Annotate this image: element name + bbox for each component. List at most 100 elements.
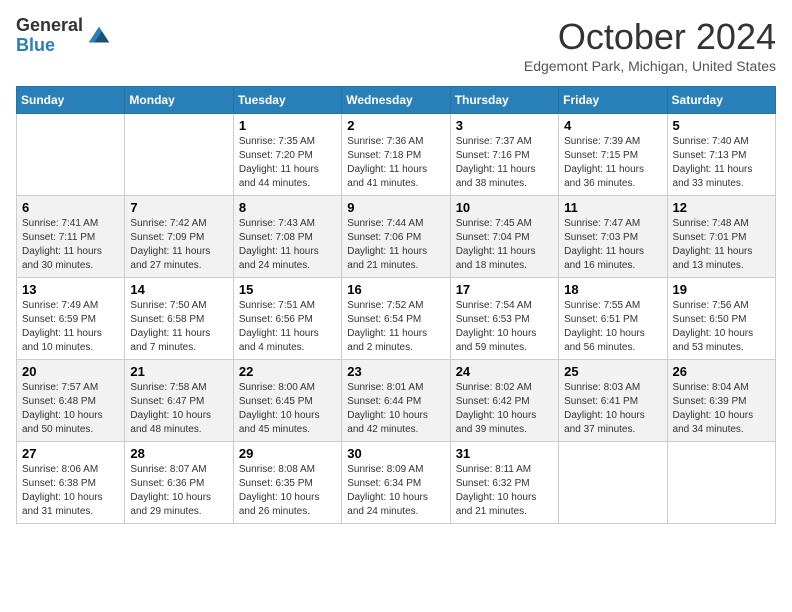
- day-info: Sunrise: 7:43 AMSunset: 7:08 PMDaylight:…: [239, 217, 336, 273]
- day-info: Sunrise: 7:51 AMSunset: 6:56 PMDaylight:…: [239, 299, 336, 355]
- calendar-cell: 8 Sunrise: 7:43 AMSunset: 7:08 PMDaylight…: [233, 196, 341, 278]
- calendar-cell: 1Sunrise: 7:35 AMSunset: 7:20 PMDaylight…: [233, 114, 341, 196]
- day-number: 12: [673, 200, 770, 215]
- day-info: Sunrise: 7:37 AMSunset: 7:16 PMDaylight:…: [456, 135, 553, 191]
- calendar-cell: 19 Sunrise: 7:56 AMSunset: 6:50 PMDayligh…: [667, 278, 775, 360]
- calendar-cell: 10 Sunrise: 7:45 AMSunset: 7:04 PMDayligh…: [450, 196, 558, 278]
- day-info: Sunrise: 8:09 AMSunset: 6:34 PMDaylight:…: [347, 463, 444, 519]
- day-number: 7: [130, 200, 227, 215]
- calendar-cell: 11 Sunrise: 7:47 AMSunset: 7:03 PMDayligh…: [559, 196, 667, 278]
- day-info: Sunrise: 7:40 AMSunset: 7:13 PMDaylight:…: [673, 135, 770, 191]
- day-number: 5: [673, 118, 770, 133]
- weekday-header-tuesday: Tuesday: [233, 87, 341, 114]
- day-number: 2: [347, 118, 444, 133]
- day-number: 3: [456, 118, 553, 133]
- day-info: Sunrise: 7:49 AMSunset: 6:59 PMDaylight:…: [22, 299, 119, 355]
- calendar-cell: [125, 114, 233, 196]
- day-number: 28: [130, 446, 227, 461]
- calendar-cell: 25 Sunrise: 8:03 AMSunset: 6:41 PMDayligh…: [559, 360, 667, 442]
- day-info: Sunrise: 7:47 AMSunset: 7:03 PMDaylight:…: [564, 217, 661, 273]
- day-info: Sunrise: 7:39 AMSunset: 7:15 PMDaylight:…: [564, 135, 661, 191]
- day-number: 30: [347, 446, 444, 461]
- calendar-cell: [17, 114, 125, 196]
- calendar-cell: 23Sunrise: 8:01 AMSunset: 6:44 PMDayligh…: [342, 360, 450, 442]
- day-info: Sunrise: 7:44 AMSunset: 7:06 PMDaylight:…: [347, 217, 444, 273]
- calendar-cell: 21 Sunrise: 7:58 AMSunset: 6:47 PMDayligh…: [125, 360, 233, 442]
- day-number: 21: [130, 364, 227, 379]
- day-info: Sunrise: 8:06 AMSunset: 6:38 PMDaylight:…: [22, 463, 119, 519]
- calendar-cell: [667, 442, 775, 524]
- day-number: 19: [673, 282, 770, 297]
- calendar-cell: 31Sunrise: 8:11 AMSunset: 6:32 PMDayligh…: [450, 442, 558, 524]
- day-number: 13: [22, 282, 119, 297]
- month-title: October 2024: [524, 16, 776, 58]
- calendar-cell: 5 Sunrise: 7:40 AMSunset: 7:13 PMDaylight…: [667, 114, 775, 196]
- logo-icon: [85, 22, 113, 50]
- calendar-cell: 9Sunrise: 7:44 AMSunset: 7:06 PMDaylight…: [342, 196, 450, 278]
- calendar-week-row: 6 Sunrise: 7:41 AMSunset: 7:11 PMDaylight…: [17, 196, 776, 278]
- weekday-header-sunday: Sunday: [17, 87, 125, 114]
- title-area: October 2024 Edgemont Park, Michigan, Un…: [524, 16, 776, 74]
- day-info: Sunrise: 7:36 AMSunset: 7:18 PMDaylight:…: [347, 135, 444, 191]
- day-number: 8: [239, 200, 336, 215]
- calendar-cell: 3 Sunrise: 7:37 AMSunset: 7:16 PMDaylight…: [450, 114, 558, 196]
- logo-text: General Blue: [16, 16, 83, 56]
- calendar-cell: 17 Sunrise: 7:54 AMSunset: 6:53 PMDayligh…: [450, 278, 558, 360]
- day-info: Sunrise: 8:00 AMSunset: 6:45 PMDaylight:…: [239, 381, 336, 437]
- weekday-header-saturday: Saturday: [667, 87, 775, 114]
- logo-line2: Blue: [16, 36, 83, 56]
- logo: General Blue: [16, 16, 113, 56]
- day-info: Sunrise: 7:54 AMSunset: 6:53 PMDaylight:…: [456, 299, 553, 355]
- day-number: 22: [239, 364, 336, 379]
- day-info: Sunrise: 8:01 AMSunset: 6:44 PMDaylight:…: [347, 381, 444, 437]
- weekday-header-monday: Monday: [125, 87, 233, 114]
- page-header: General Blue October 2024 Edgemont Park,…: [16, 16, 776, 74]
- day-number: 26: [673, 364, 770, 379]
- calendar-cell: 13 Sunrise: 7:49 AMSunset: 6:59 PMDayligh…: [17, 278, 125, 360]
- day-number: 17: [456, 282, 553, 297]
- calendar-cell: 29Sunrise: 8:08 AMSunset: 6:35 PMDayligh…: [233, 442, 341, 524]
- calendar-cell: 2 Sunrise: 7:36 AMSunset: 7:18 PMDaylight…: [342, 114, 450, 196]
- day-number: 10: [456, 200, 553, 215]
- day-info: Sunrise: 7:41 AMSunset: 7:11 PMDaylight:…: [22, 217, 119, 273]
- day-info: Sunrise: 7:52 AMSunset: 6:54 PMDaylight:…: [347, 299, 444, 355]
- calendar-week-row: 20 Sunrise: 7:57 AMSunset: 6:48 PMDayligh…: [17, 360, 776, 442]
- calendar-cell: 18 Sunrise: 7:55 AMSunset: 6:51 PMDayligh…: [559, 278, 667, 360]
- day-info: Sunrise: 7:35 AMSunset: 7:20 PMDaylight:…: [239, 135, 336, 191]
- calendar-cell: 14 Sunrise: 7:50 AMSunset: 6:58 PMDayligh…: [125, 278, 233, 360]
- calendar-week-row: 27 Sunrise: 8:06 AMSunset: 6:38 PMDayligh…: [17, 442, 776, 524]
- calendar-cell: 28 Sunrise: 8:07 AMSunset: 6:36 PMDayligh…: [125, 442, 233, 524]
- day-info: Sunrise: 7:58 AMSunset: 6:47 PMDaylight:…: [130, 381, 227, 437]
- day-info: Sunrise: 8:04 AMSunset: 6:39 PMDaylight:…: [673, 381, 770, 437]
- day-info: Sunrise: 7:45 AMSunset: 7:04 PMDaylight:…: [456, 217, 553, 273]
- calendar-cell: 12 Sunrise: 7:48 AMSunset: 7:01 PMDayligh…: [667, 196, 775, 278]
- calendar-cell: 16Sunrise: 7:52 AMSunset: 6:54 PMDayligh…: [342, 278, 450, 360]
- calendar-cell: 7Sunrise: 7:42 AMSunset: 7:09 PMDaylight…: [125, 196, 233, 278]
- weekday-header-wednesday: Wednesday: [342, 87, 450, 114]
- day-number: 18: [564, 282, 661, 297]
- day-info: Sunrise: 8:02 AMSunset: 6:42 PMDaylight:…: [456, 381, 553, 437]
- day-number: 31: [456, 446, 553, 461]
- day-info: Sunrise: 7:57 AMSunset: 6:48 PMDaylight:…: [22, 381, 119, 437]
- day-number: 11: [564, 200, 661, 215]
- calendar-cell: 27 Sunrise: 8:06 AMSunset: 6:38 PMDayligh…: [17, 442, 125, 524]
- calendar-cell: 4 Sunrise: 7:39 AMSunset: 7:15 PMDaylight…: [559, 114, 667, 196]
- calendar-cell: 26 Sunrise: 8:04 AMSunset: 6:39 PMDayligh…: [667, 360, 775, 442]
- calendar-cell: 30 Sunrise: 8:09 AMSunset: 6:34 PMDayligh…: [342, 442, 450, 524]
- day-info: Sunrise: 8:08 AMSunset: 6:35 PMDaylight:…: [239, 463, 336, 519]
- day-number: 4: [564, 118, 661, 133]
- day-info: Sunrise: 7:56 AMSunset: 6:50 PMDaylight:…: [673, 299, 770, 355]
- day-info: Sunrise: 7:50 AMSunset: 6:58 PMDaylight:…: [130, 299, 227, 355]
- day-number: 20: [22, 364, 119, 379]
- calendar-week-row: 13 Sunrise: 7:49 AMSunset: 6:59 PMDayligh…: [17, 278, 776, 360]
- day-number: 6: [22, 200, 119, 215]
- day-number: 27: [22, 446, 119, 461]
- day-info: Sunrise: 7:55 AMSunset: 6:51 PMDaylight:…: [564, 299, 661, 355]
- day-info: Sunrise: 8:07 AMSunset: 6:36 PMDaylight:…: [130, 463, 227, 519]
- calendar-table: SundayMondayTuesdayWednesdayThursdayFrid…: [16, 86, 776, 524]
- day-info: Sunrise: 7:48 AMSunset: 7:01 PMDaylight:…: [673, 217, 770, 273]
- day-number: 24: [456, 364, 553, 379]
- day-info: Sunrise: 8:03 AMSunset: 6:41 PMDaylight:…: [564, 381, 661, 437]
- day-number: 14: [130, 282, 227, 297]
- day-number: 25: [564, 364, 661, 379]
